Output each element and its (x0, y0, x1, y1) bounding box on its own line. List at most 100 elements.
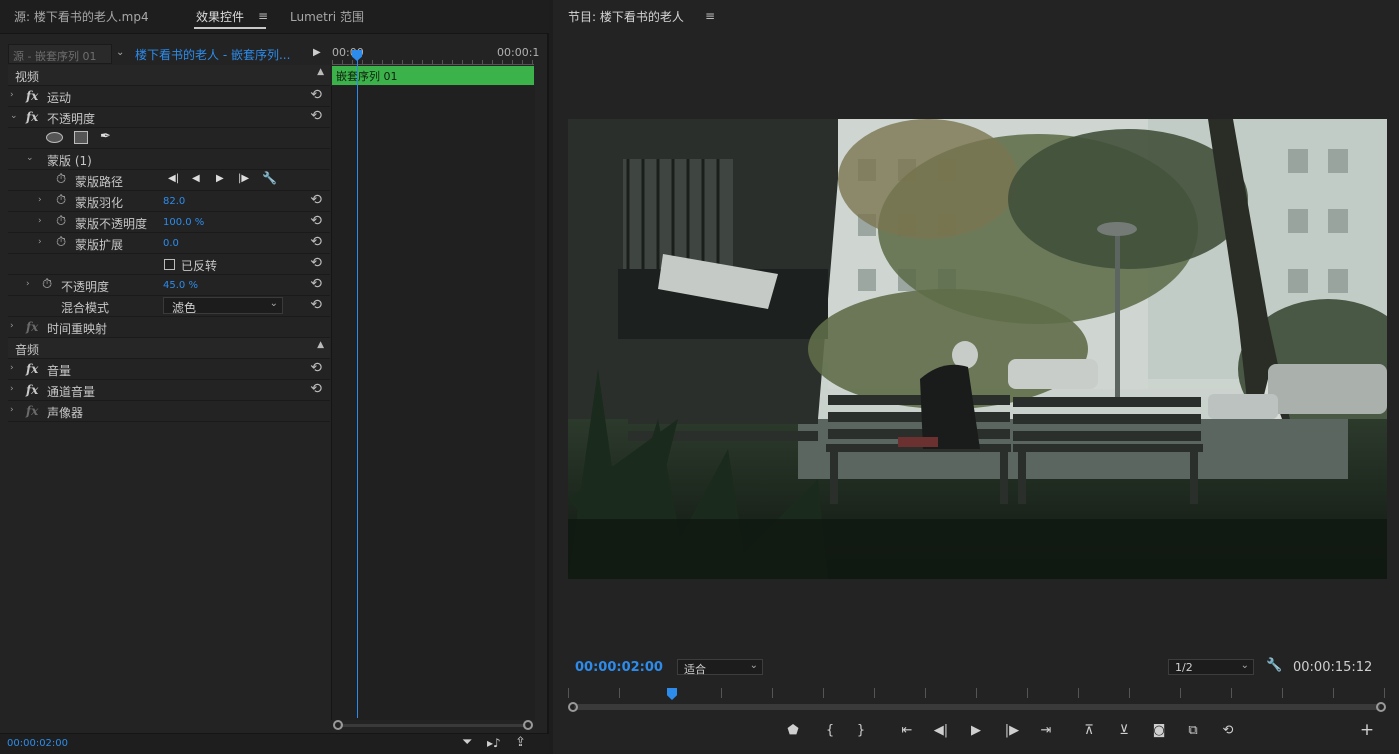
go-to-out-icon[interactable]: ⇥ (1037, 723, 1055, 738)
go-to-in-icon[interactable]: ⇤ (898, 723, 916, 738)
timeline-zoom-scrollbar[interactable] (333, 720, 533, 731)
step-forward-icon[interactable]: ▶ (216, 173, 224, 184)
tab-effect-controls[interactable]: 效果控件 (196, 8, 244, 25)
chevron-right-icon[interactable]: › (10, 363, 14, 373)
effect-row-motion[interactable]: › fx 运动 ⟲ (8, 86, 330, 107)
track-forward-icon[interactable]: |▶ (238, 173, 249, 184)
export-icon[interactable]: ⇪ (515, 735, 526, 750)
chevron-down-icon[interactable]: ⌄ (10, 111, 18, 121)
reset-icon[interactable]: ⟲ (310, 213, 322, 229)
stopwatch-icon[interactable]: ⏱ (56, 193, 66, 208)
source-selector[interactable]: 源 - 嵌套序列 01 (8, 44, 112, 64)
fx-icon[interactable]: fx (26, 362, 38, 376)
chevron-right-icon[interactable]: › (38, 216, 42, 226)
wrench-icon[interactable]: 🔧 (262, 171, 277, 185)
chevron-down-icon[interactable]: ⌄ (26, 153, 34, 163)
clip-bar[interactable]: 嵌套序列 01 (332, 66, 534, 85)
step-forward-icon[interactable]: |▶ (1003, 723, 1021, 738)
reset-icon[interactable]: ⟲ (310, 108, 322, 124)
scroll-handle-left[interactable] (333, 720, 343, 730)
ellipse-mask-icon[interactable] (46, 132, 63, 143)
fx-icon[interactable]: fx (26, 89, 38, 103)
scroll-handle-right[interactable] (1376, 702, 1386, 712)
audio-loop-icon[interactable]: ▸♪ (487, 736, 501, 750)
mask-opacity-row[interactable]: › ⏱ 蒙版不透明度 100.0 % ⟲ (8, 212, 330, 233)
reset-icon[interactable]: ⟲ (310, 297, 322, 313)
effect-row-channel-volume[interactable]: › fx 通道音量 ⟲ (8, 380, 330, 401)
mask-row[interactable]: ⌄ 蒙版 (1) (8, 149, 330, 170)
resolution-dropdown[interactable]: 1/2 ⌄ (1168, 659, 1254, 675)
scroll-handle-right[interactable] (523, 720, 533, 730)
mask-path-row[interactable]: ⏱ 蒙版路径 ◀| ◀ ▶ |▶ 🔧 (8, 170, 330, 191)
tab-source[interactable]: 源: 楼下看书的老人.mp4 (14, 8, 149, 25)
blend-mode-row[interactable]: 混合模式 滤色 ⌄ ⟲ (8, 296, 330, 317)
chevron-down-icon[interactable]: ⌄ (116, 47, 124, 58)
mask-feather-value[interactable]: 82.0 (163, 196, 185, 207)
video-frame[interactable] (568, 119, 1387, 579)
extract-icon[interactable]: ⊻ (1115, 723, 1133, 738)
add-marker-icon[interactable]: ⬟ (784, 723, 802, 738)
panel-menu-icon[interactable]: ≡ (258, 9, 268, 23)
mask-expansion-value[interactable]: 0.0 (163, 238, 179, 249)
opacity-property-row[interactable]: › ⏱ 不透明度 45.0 % ⟲ (8, 275, 330, 296)
stopwatch-icon[interactable]: ⏱ (42, 277, 52, 292)
inverted-row[interactable]: 已反转 ⟲ (8, 254, 330, 275)
tab-lumetri-scopes[interactable]: Lumetri 范围 (290, 8, 364, 25)
wrench-icon[interactable]: 🔧 (1266, 658, 1282, 673)
step-backward-icon[interactable]: ◀ (192, 173, 200, 184)
play-icon[interactable]: ▶ (967, 723, 985, 738)
stopwatch-icon[interactable]: ⏱ (56, 214, 66, 229)
reset-icon[interactable]: ⟲ (310, 192, 322, 208)
lift-icon[interactable]: ⊼ (1080, 723, 1098, 738)
toggle-proxies-icon[interactable]: ⟲ (1219, 723, 1237, 738)
play-triangle-icon[interactable]: ▶ (313, 47, 321, 58)
stopwatch-icon[interactable]: ⏱ (56, 235, 66, 250)
panel-menu-icon[interactable]: ≡ (705, 9, 715, 23)
fx-icon[interactable]: fx (26, 320, 38, 334)
opacity-property-value[interactable]: 45.0 % (163, 280, 198, 291)
mask-expansion-row[interactable]: › ⏱ 蒙版扩展 0.0 ⟲ (8, 233, 330, 254)
collapse-arrow-icon[interactable]: ▲ (317, 340, 324, 350)
mask-opacity-value[interactable]: 100.0 % (163, 217, 204, 228)
filter-icon[interactable]: ⏷ (462, 735, 472, 750)
program-monitor-title[interactable]: 节目: 楼下看书的老人 (568, 8, 684, 25)
fx-icon[interactable]: fx (26, 110, 38, 124)
chevron-right-icon[interactable]: › (10, 405, 14, 415)
effect-row-volume[interactable]: › fx 音量 ⟲ (8, 359, 330, 380)
chevron-right-icon[interactable]: › (26, 279, 30, 289)
reset-icon[interactable]: ⟲ (310, 234, 322, 250)
chevron-right-icon[interactable]: › (10, 90, 14, 100)
reset-icon[interactable]: ⟲ (310, 87, 322, 103)
blend-mode-dropdown[interactable]: 滤色 ⌄ (163, 297, 283, 315)
program-zoom-scrollbar[interactable] (568, 701, 1386, 713)
clip-selector-label[interactable]: 楼下看书的老人 - 嵌套序列... (135, 46, 290, 63)
scroll-handle-left[interactable] (568, 702, 578, 712)
reset-icon[interactable]: ⟲ (310, 360, 322, 376)
step-back-icon[interactable]: ◀| (932, 723, 950, 738)
program-playhead-handle[interactable] (667, 688, 677, 700)
chevron-right-icon[interactable]: › (38, 237, 42, 247)
mark-out-icon[interactable]: } (852, 723, 870, 738)
mini-timeline-area[interactable] (331, 86, 535, 720)
program-time-ruler[interactable] (568, 688, 1386, 698)
effect-row-time-remap[interactable]: › fx 时间重映射 (8, 317, 330, 338)
rectangle-mask-icon[interactable] (74, 131, 88, 144)
zoom-dropdown[interactable]: 适合 ⌄ (677, 659, 763, 676)
mark-in-icon[interactable]: { (821, 723, 839, 738)
fx-icon[interactable]: fx (26, 383, 38, 397)
reset-icon[interactable]: ⟲ (310, 381, 322, 397)
chevron-right-icon[interactable]: › (10, 384, 14, 394)
pen-mask-icon[interactable]: ✒ (100, 129, 111, 144)
playhead-timecode[interactable]: 00:00:02:00 (575, 660, 663, 675)
effect-row-opacity[interactable]: ⌄ fx 不透明度 ⟲ (8, 107, 330, 128)
chevron-right-icon[interactable]: › (10, 321, 14, 331)
comparison-view-icon[interactable]: ⧉ (1184, 723, 1202, 738)
inverted-checkbox[interactable] (164, 259, 175, 270)
reset-icon[interactable]: ⟲ (310, 276, 322, 292)
chevron-right-icon[interactable]: › (38, 195, 42, 205)
button-editor-plus-icon[interactable]: + (1358, 720, 1376, 740)
mask-feather-row[interactable]: › ⏱ 蒙版羽化 82.0 ⟲ (8, 191, 330, 212)
reset-icon[interactable]: ⟲ (310, 255, 322, 271)
fx-icon[interactable]: fx (26, 404, 38, 418)
effect-row-panner[interactable]: › fx 声像器 (8, 401, 330, 422)
